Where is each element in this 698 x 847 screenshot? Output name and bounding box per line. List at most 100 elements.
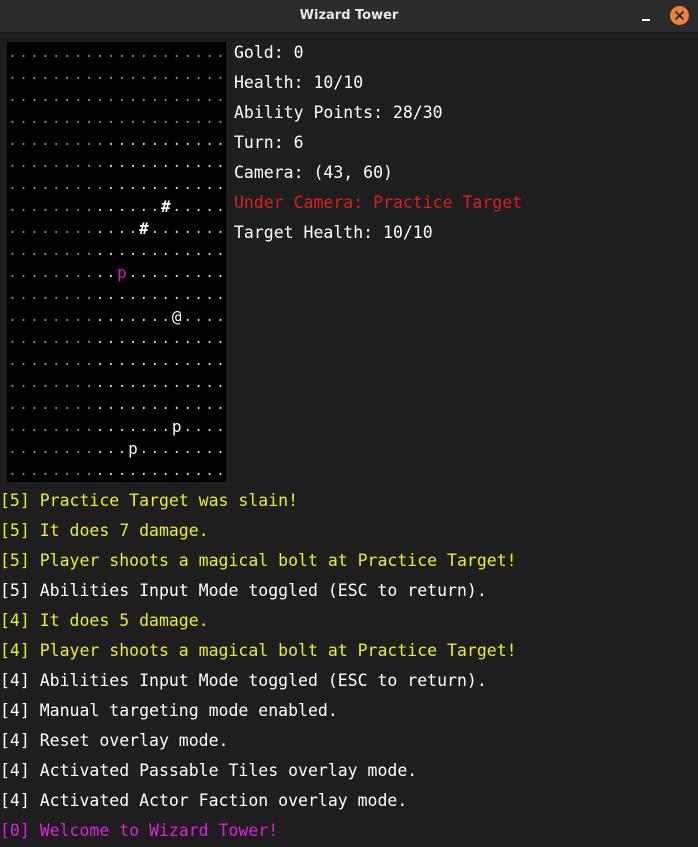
floor-tile: . xyxy=(172,265,181,281)
log-entry: [5] Practice Target was slain! xyxy=(0,491,299,510)
floor-tile: . xyxy=(84,375,94,391)
floor-tile: . xyxy=(106,133,116,149)
floor-tile: . xyxy=(63,287,72,303)
floor-tile: . xyxy=(139,199,149,215)
floor-tile: . xyxy=(19,221,28,237)
floor-tile: . xyxy=(95,155,105,171)
floor-tile: . xyxy=(19,331,28,347)
floor-tile: . xyxy=(106,111,116,127)
floor-tile: . xyxy=(8,45,17,61)
floor-tile: . xyxy=(41,243,50,259)
floor-tile: . xyxy=(8,89,17,105)
floor-tile: . xyxy=(84,221,94,237)
floor-tile: . xyxy=(106,375,116,391)
floor-tile: . xyxy=(106,287,116,303)
floor-tile: . xyxy=(30,419,39,435)
floor-tile: . xyxy=(117,199,127,215)
floor-tile: . xyxy=(41,221,50,237)
floor-tile: . xyxy=(161,353,170,369)
floor-tile: . xyxy=(41,265,50,281)
floor-tile: . xyxy=(128,331,138,347)
floor-tile: . xyxy=(63,397,72,413)
floor-tile: . xyxy=(84,133,94,149)
floor-tile: . xyxy=(30,331,39,347)
floor-tile: . xyxy=(172,133,181,149)
floor-tile: . xyxy=(150,265,160,281)
floor-tile: . xyxy=(161,331,170,347)
floor-tile: . xyxy=(205,375,214,391)
target-health-stat: Target Health: 10/10 xyxy=(234,223,433,242)
floor-tile: . xyxy=(95,331,105,347)
floor-tile: . xyxy=(172,375,181,391)
floor-tile: . xyxy=(117,45,127,61)
floor-tile: . xyxy=(194,309,203,325)
floor-tile: . xyxy=(194,67,203,83)
floor-tile: . xyxy=(128,199,138,215)
floor-tile: . xyxy=(172,441,181,457)
window-title: Wizard Tower xyxy=(299,8,399,23)
floor-tile: . xyxy=(106,199,116,215)
floor-tile: . xyxy=(216,463,225,479)
game-map[interactable]: ........................................… xyxy=(7,42,226,482)
floor-tile: . xyxy=(19,419,28,435)
floor-tile: . xyxy=(216,287,225,303)
floor-tile: . xyxy=(8,199,17,215)
floor-tile: . xyxy=(139,397,149,413)
floor-tile: . xyxy=(8,331,17,347)
log-entry: [4] Activated Actor Faction overlay mode… xyxy=(0,791,408,810)
floor-tile: . xyxy=(52,155,61,171)
floor-tile: . xyxy=(30,221,39,237)
floor-tile: . xyxy=(161,309,170,325)
camera-stat: Camera: (43, 60) xyxy=(234,163,393,182)
floor-tile: . xyxy=(84,331,94,347)
floor-tile: . xyxy=(150,441,160,457)
floor-tile: . xyxy=(172,221,181,237)
floor-tile: . xyxy=(73,67,83,83)
floor-tile: . xyxy=(30,199,39,215)
floor-tile: . xyxy=(84,419,94,435)
floor-tile: . xyxy=(150,111,160,127)
floor-tile: . xyxy=(63,89,72,105)
floor-tile: . xyxy=(95,309,105,325)
floor-tile: . xyxy=(216,177,225,193)
floor-tile: . xyxy=(19,353,28,369)
floor-tile: . xyxy=(63,419,72,435)
floor-tile: . xyxy=(205,111,214,127)
floor-tile: . xyxy=(19,287,28,303)
practice-target-tile: p xyxy=(117,263,127,282)
floor-tile: . xyxy=(117,375,127,391)
floor-tile: . xyxy=(41,353,50,369)
floor-tile: . xyxy=(8,397,17,413)
floor-tile: . xyxy=(73,309,83,325)
close-button[interactable] xyxy=(670,6,689,25)
floor-tile: . xyxy=(216,45,225,61)
floor-tile: . xyxy=(216,353,225,369)
floor-tile: . xyxy=(194,331,203,347)
floor-tile: . xyxy=(106,463,116,479)
floor-tile: . xyxy=(139,375,149,391)
floor-tile: . xyxy=(128,111,138,127)
floor-tile: . xyxy=(30,265,39,281)
floor-tile: . xyxy=(139,111,149,127)
floor-tile: . xyxy=(205,441,214,457)
floor-tile: . xyxy=(139,265,149,281)
turn-stat: Turn: 6 xyxy=(234,133,304,152)
floor-tile: . xyxy=(117,287,127,303)
floor-tile: . xyxy=(150,221,160,237)
gold-stat: Gold: 0 xyxy=(234,43,304,62)
message-log: [5] Practice Target was slain! [5] It doe… xyxy=(0,490,517,847)
floor-tile: . xyxy=(73,155,83,171)
floor-tile: . xyxy=(106,221,116,237)
minimize-button[interactable] xyxy=(636,8,654,24)
floor-tile: . xyxy=(84,155,94,171)
floor-tile: . xyxy=(73,177,83,193)
floor-tile: . xyxy=(139,133,149,149)
floor-tile: . xyxy=(216,331,225,347)
floor-tile: . xyxy=(63,155,72,171)
floor-tile: . xyxy=(117,463,127,479)
floor-tile: . xyxy=(52,199,61,215)
floor-tile: . xyxy=(205,353,214,369)
log-entry: [4] Abilities Input Mode toggled (ESC to… xyxy=(0,671,487,690)
floor-tile: . xyxy=(52,67,61,83)
floor-tile: . xyxy=(172,67,181,83)
